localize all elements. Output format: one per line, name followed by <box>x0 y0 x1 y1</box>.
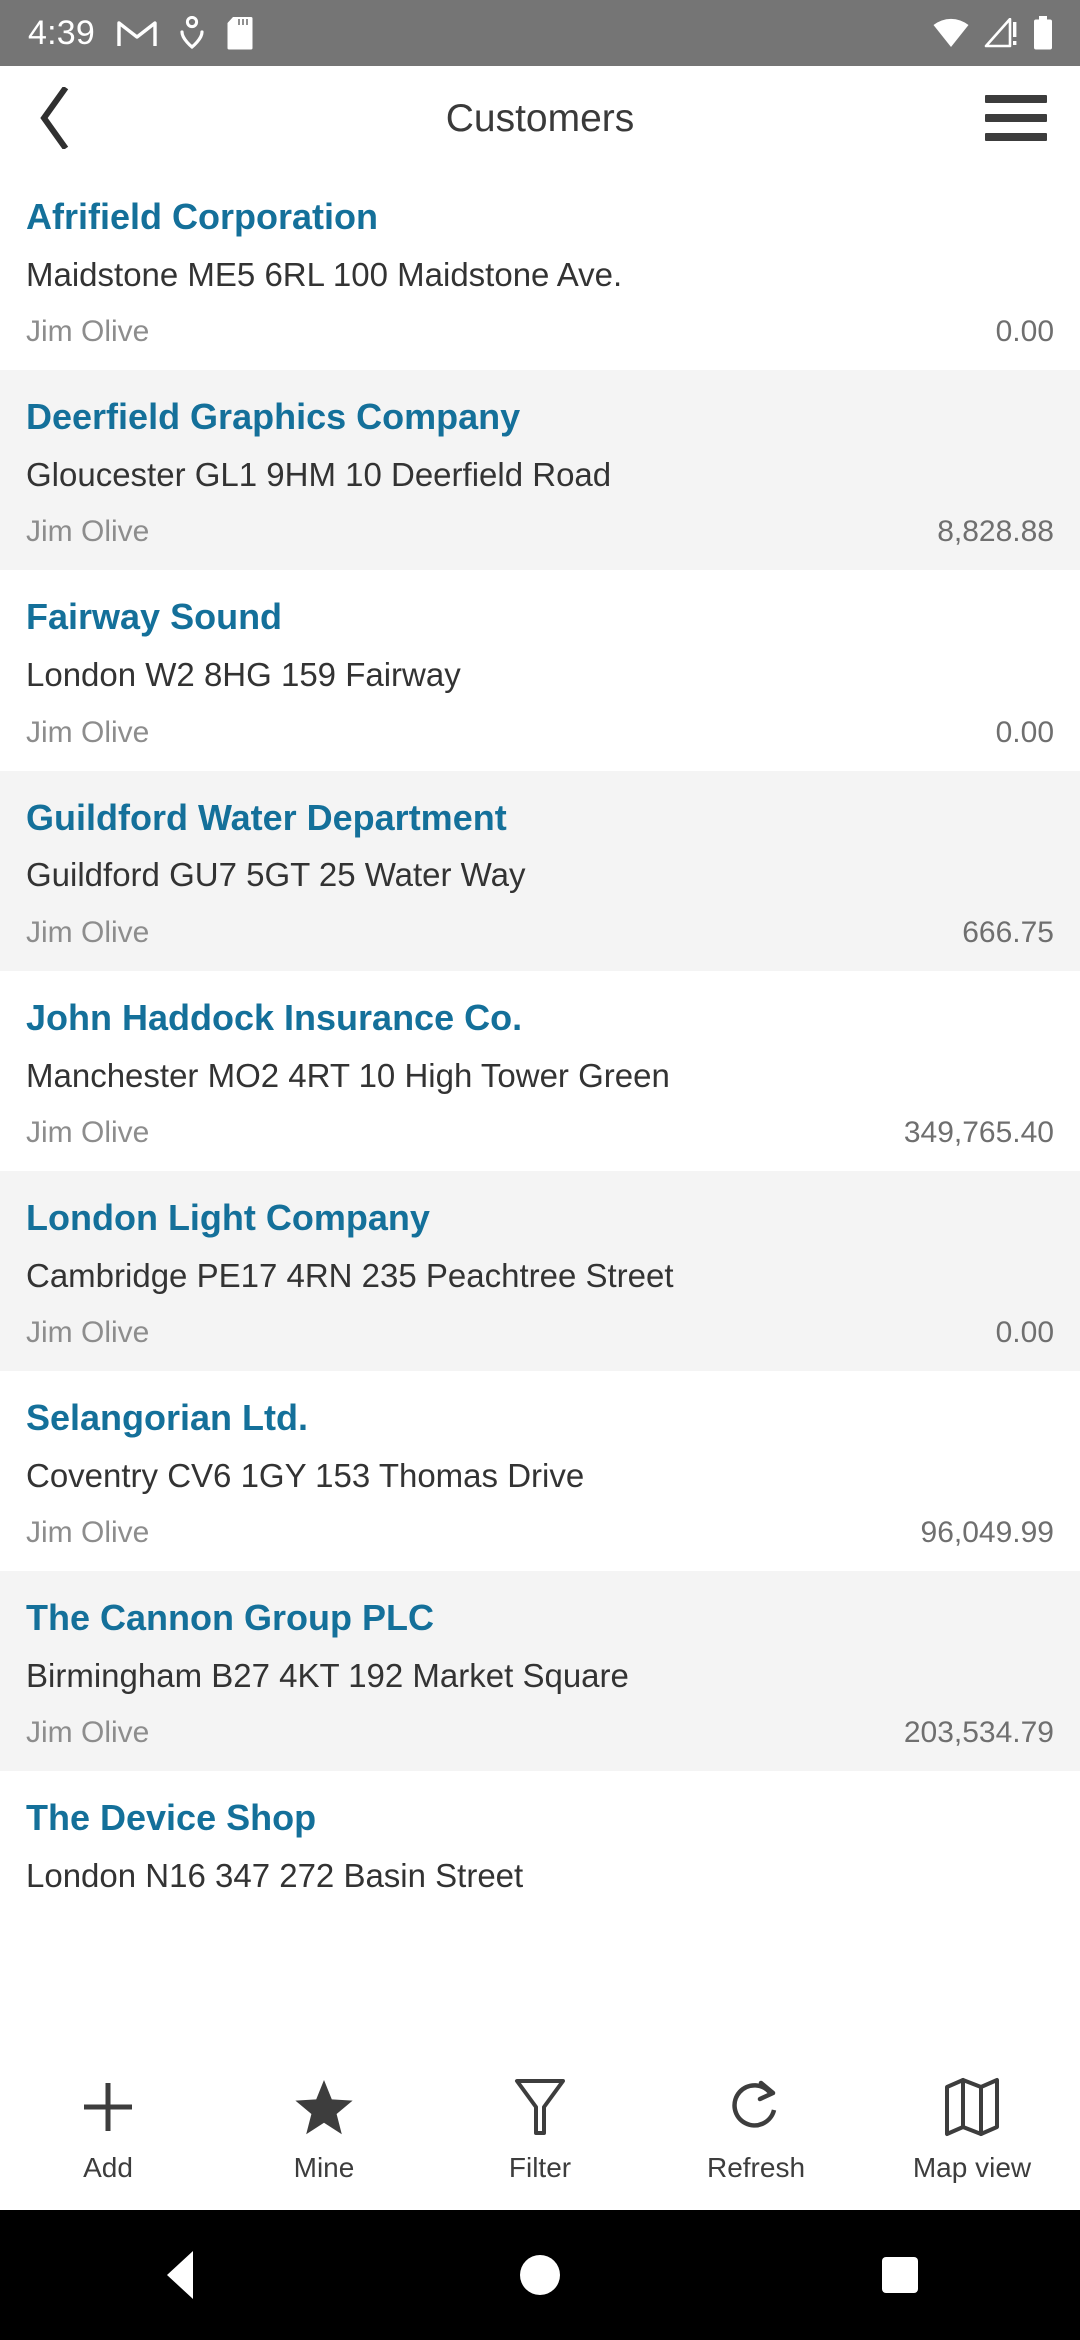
android-navigation-bar <box>0 2210 1080 2340</box>
toolbar-item-map-view[interactable]: Map view <box>877 2074 1067 2182</box>
star-filled-icon <box>294 2074 354 2140</box>
customer-row[interactable]: Deerfield Graphics Company Gloucester GL1… <box>0 370 1080 571</box>
toolbar-label-add: Add <box>83 2152 133 2183</box>
customer-address: Coventry CV6 1GY 153 Thomas Drive <box>26 1456 585 1494</box>
customer-balance-amount: 8,828.88 <box>937 515 1054 549</box>
customer-meta: Jim Olive 349,765.40 <box>26 1116 1054 1149</box>
back-button[interactable] <box>0 66 110 170</box>
customer-contact-name: Jim Olive <box>26 715 150 749</box>
customer-balance-amount: 0.00 <box>995 315 1054 349</box>
status-bar: 4:39 <box>0 0 1080 66</box>
customer-row[interactable]: London Light Company Cambridge PE17 4RN 2… <box>0 1170 1080 1372</box>
wifi-icon <box>933 18 969 47</box>
customer-address: London W2 8HG 159 Fairway <box>26 656 461 694</box>
customer-company-name: John Haddock Insurance Co. <box>26 996 523 1038</box>
customer-contact-name: Jim Olive <box>26 1115 150 1149</box>
customer-row[interactable]: The Device Shop London N16 347 272 Basin … <box>0 1771 1080 1939</box>
toolbar-item-add[interactable]: Add <box>13 2074 203 2182</box>
customer-meta: Jim Olive 0.00 <box>26 315 1054 348</box>
status-bar-right <box>932 16 1054 50</box>
nav-back-icon <box>167 2251 193 2299</box>
customer-company-name: The Cannon Group PLC <box>26 1597 434 1639</box>
app-bar: Customers <box>0 66 1080 170</box>
customer-balance-amount: 203,534.79 <box>903 1716 1054 1750</box>
toolbar-label-refresh: Refresh <box>706 2152 806 2183</box>
toolbar-item-mine[interactable]: Mine <box>229 2074 419 2182</box>
fitness-person-icon <box>180 16 204 50</box>
sd-card-icon <box>227 17 253 50</box>
customer-address: Cambridge PE17 4RN 235 Peachtree Street <box>26 1256 674 1294</box>
toolbar-label-map-view: Map view <box>912 2152 1032 2183</box>
customer-meta: Jim Olive 8,828.88 <box>26 515 1054 548</box>
nav-recents-icon <box>882 2257 918 2293</box>
nav-home-icon <box>520 2255 560 2295</box>
toolbar-label-filter: Filter <box>508 2152 572 2183</box>
app-root: 4:39 Customers Afrifield Corporation Mai… <box>0 0 1080 2340</box>
customer-address: Gloucester GL1 9HM 10 Deerfield Road <box>26 456 612 494</box>
no-signal-alert-icon <box>984 18 1017 48</box>
funnel-icon <box>514 2074 566 2140</box>
plus-icon <box>80 2074 136 2140</box>
customer-company-name: London Light Company <box>26 1196 430 1238</box>
customer-company-name: The Device Shop <box>26 1797 317 1839</box>
customer-contact-name: Jim Olive <box>26 1716 150 1750</box>
map-icon <box>944 2074 1000 2140</box>
customer-meta: Jim Olive 96,049.99 <box>26 1516 1054 1549</box>
customer-balance-amount: 349,765.40 <box>903 1115 1054 1149</box>
customer-contact-name: Jim Olive <box>26 315 150 349</box>
nav-recents-button[interactable] <box>800 2210 1000 2340</box>
toolbar-item-refresh[interactable]: Refresh <box>661 2074 851 2182</box>
refresh-icon <box>727 2074 785 2140</box>
customer-company-name: Guildford Water Department <box>26 796 507 838</box>
customer-company-name: Fairway Sound <box>26 596 283 638</box>
customer-meta: Jim Olive 203,534.79 <box>26 1716 1054 1749</box>
customer-row[interactable]: Selangorian Ltd. Coventry CV6 1GY 153 Tho… <box>0 1371 1080 1572</box>
customer-balance-amount: 96,049.99 <box>920 1516 1054 1550</box>
customer-address: London N16 347 272 Basin Street <box>26 1857 524 1895</box>
customer-address: Maidstone ME5 6RL 100 Maidstone Ave. <box>26 255 623 293</box>
customer-balance-amount: 666.75 <box>962 915 1054 949</box>
customer-address: Manchester MO2 4RT 10 High Tower Green <box>26 1056 670 1094</box>
customer-contact-name: Jim Olive <box>26 915 150 949</box>
nav-home-button[interactable] <box>440 2210 640 2340</box>
customer-meta: Jim Olive 0.00 <box>26 716 1054 749</box>
customer-row[interactable]: Fairway Sound London W2 8HG 159 Fairway Ji… <box>0 570 1080 771</box>
customer-contact-name: Jim Olive <box>26 1516 150 1550</box>
customer-company-name: Afrifield Corporation <box>26 196 378 237</box>
customer-row[interactable]: The Cannon Group PLC Birmingham B27 4KT 1… <box>0 1571 1080 1772</box>
customer-contact-name: Jim Olive <box>26 1316 150 1350</box>
menu-button[interactable] <box>952 66 1080 170</box>
chevron-left-icon <box>40 87 69 149</box>
customer-company-name: Selangorian Ltd. <box>26 1397 309 1439</box>
customer-meta: Jim Olive 0.00 <box>26 1316 1054 1349</box>
customer-balance-amount: 0.00 <box>995 715 1054 749</box>
status-bar-left: 4:39 <box>28 16 253 50</box>
customer-company-name: Deerfield Graphics Company <box>26 396 521 438</box>
customer-address: Birmingham B27 4KT 192 Market Square <box>26 1657 629 1695</box>
customer-meta: Jim Olive 666.75 <box>26 916 1054 949</box>
customer-row[interactable]: John Haddock Insurance Co. Manchester MO2… <box>0 970 1080 1171</box>
battery-icon <box>1034 16 1052 50</box>
nav-back-button[interactable] <box>80 2210 280 2340</box>
customer-row[interactable]: Afrifield Corporation Maidstone ME5 6RL 1… <box>0 170 1080 371</box>
toolbar-item-filter[interactable]: Filter <box>445 2074 635 2182</box>
hamburger-menu-icon <box>985 84 1047 152</box>
bottom-toolbar: Add Mine Filter Refresh Map view <box>0 2050 1080 2210</box>
toolbar-label-mine: Mine <box>293 2152 355 2183</box>
customer-list[interactable]: Afrifield Corporation Maidstone ME5 6RL 1… <box>0 170 1080 2050</box>
customer-contact-name: Jim Olive <box>26 515 150 549</box>
customer-row[interactable]: Guildford Water Department Guildford GU7 … <box>0 770 1080 971</box>
status-clock: 4:39 <box>28 14 95 52</box>
gmail-icon <box>117 21 157 46</box>
page-title: Customers <box>445 96 635 140</box>
customer-balance-amount: 0.00 <box>995 1316 1054 1350</box>
customer-address: Guildford GU7 5GT 25 Water Way <box>26 856 526 894</box>
